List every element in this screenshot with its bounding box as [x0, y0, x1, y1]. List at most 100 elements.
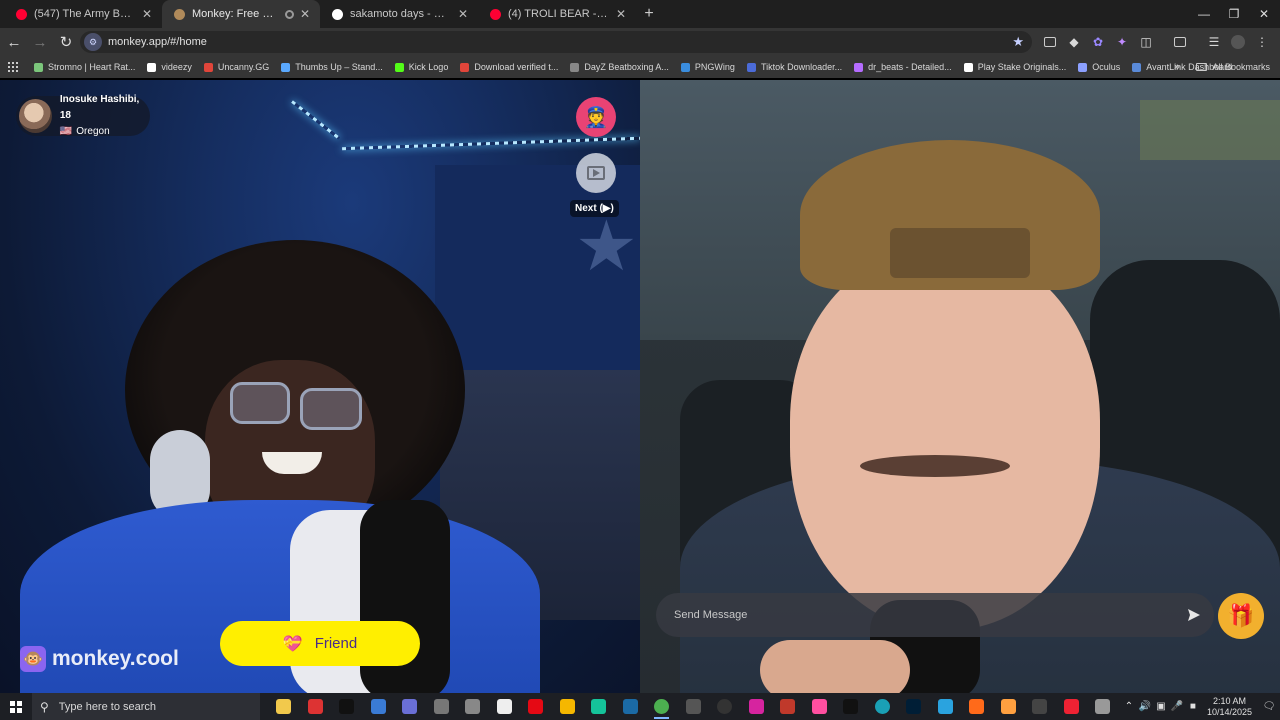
browser-tab[interactable]: (4) TROLI BEAR - Love that feat ✕: [478, 0, 636, 28]
extension-screen-icon[interactable]: [1038, 30, 1062, 54]
bookmark-item[interactable]: DayZ Beatboxing A...: [570, 62, 669, 72]
bookmark-item[interactable]: Tiktok Downloader...: [746, 62, 842, 72]
speaker-icon[interactable]: 🔊: [1137, 701, 1153, 712]
new-tab-button[interactable]: +: [636, 0, 662, 28]
taskbar-app-app-blue[interactable]: [363, 693, 395, 720]
taskbar-app-photoshop[interactable]: [898, 693, 930, 720]
taskbar-app-obs[interactable]: [709, 693, 741, 720]
taskbar-app-app-orange[interactable]: [961, 693, 993, 720]
taskbar-app-app-grey2[interactable]: [457, 693, 489, 720]
taskbar-app-grammarly[interactable]: [583, 693, 615, 720]
media-control-icon[interactable]: ☰: [1202, 30, 1226, 54]
extension-diamond-icon[interactable]: ◆: [1062, 30, 1086, 54]
taskbar-app-app-yellow[interactable]: [552, 693, 584, 720]
report-police-button[interactable]: 👮: [576, 97, 616, 137]
clock[interactable]: 2:10 AM 10/14/2025: [1207, 696, 1252, 718]
app-red-icon: [307, 699, 323, 714]
start-button[interactable]: [0, 693, 32, 720]
tray-chevron-icon[interactable]: ⌃: [1121, 701, 1137, 712]
mic-icon[interactable]: 🎤: [1169, 701, 1185, 712]
taskbar-app-app-grey3[interactable]: [1087, 693, 1119, 720]
taskbar-app-app-dark[interactable]: [678, 693, 710, 720]
taskbar-app-app-orange2[interactable]: [993, 693, 1025, 720]
extension-sparkle-icon[interactable]: ✦: [1110, 30, 1134, 54]
bookmark-item[interactable]: videezy: [147, 62, 192, 72]
url-text[interactable]: monkey.app/#/home: [108, 36, 207, 48]
extension-wave-icon[interactable]: ✿: [1086, 30, 1110, 54]
taskbar-app-app-dark2[interactable]: [1024, 693, 1056, 720]
taskbar-app-telegram[interactable]: [930, 693, 962, 720]
bookmark-item[interactable]: Oculus: [1078, 62, 1120, 72]
taskbar-app-app-grey[interactable]: [426, 693, 458, 720]
bookmark-item[interactable]: Kick Logo: [394, 62, 448, 72]
next-button[interactable]: [576, 153, 616, 193]
taskbar-app-app-pink[interactable]: [804, 693, 836, 720]
profile-avatar-icon[interactable]: [1226, 30, 1250, 54]
taskbar-app-notepad[interactable]: [489, 693, 521, 720]
bookmark-item[interactable]: Uncanny.GG: [203, 62, 269, 72]
message-input[interactable]: [674, 609, 1174, 621]
bookmark-item[interactable]: Play Stake Originals...: [963, 62, 1066, 72]
bookmark-item[interactable]: PNGWing: [680, 62, 735, 72]
bookmark-favicon-icon: [34, 62, 43, 72]
taskbar-app-chrome[interactable]: [646, 693, 678, 720]
bookmark-item[interactable]: Thumbs Up – Stand...: [281, 62, 383, 72]
close-tab-icon[interactable]: ✕: [140, 7, 154, 21]
taskbar-app-edge[interactable]: [867, 693, 899, 720]
tray-app-icon[interactable]: ■: [1185, 701, 1201, 712]
tab-favicon-icon: [490, 8, 501, 20]
bookmark-label: DayZ Beatboxing A...: [584, 62, 669, 72]
bookmark-item[interactable]: Download verified t...: [460, 62, 558, 72]
browser-tab[interactable]: sakamoto days - Google Search ✕: [320, 0, 478, 28]
bookmark-star-icon[interactable]: ★: [1012, 34, 1024, 50]
taskbar-app-discord[interactable]: [394, 693, 426, 720]
restore-button[interactable]: ❐: [1218, 0, 1250, 28]
taskbar-app-instagram[interactable]: [741, 693, 773, 720]
taskbar-search[interactable]: ⚲ Type here to search: [32, 693, 260, 720]
bookmark-item[interactable]: Stromno | Heart Rat...: [34, 62, 135, 72]
browser-tab[interactable]: (547) The Army Built A New Jet ✕: [4, 0, 162, 28]
peer-avatar[interactable]: [19, 99, 52, 133]
bookmark-favicon-icon: [394, 62, 404, 72]
network-icon[interactable]: ▣: [1153, 701, 1169, 712]
browser-tab[interactable]: Monkey: Free Random Vid ✕: [162, 0, 320, 28]
taskbar-app-app-red3[interactable]: [1056, 693, 1088, 720]
gift-button[interactable]: 🎁: [1218, 593, 1264, 639]
extensions-puzzle-icon[interactable]: ◫: [1134, 30, 1158, 54]
side-panel-icon[interactable]: [1168, 30, 1192, 54]
app-grey-icon: [433, 699, 449, 714]
taskbar-app-app-red2[interactable]: [772, 693, 804, 720]
bookmark-item[interactable]: dr_beats - Detailed...: [854, 62, 952, 72]
close-tab-icon[interactable]: ✕: [298, 7, 312, 21]
taskbar-app-tiktok2[interactable]: [835, 693, 867, 720]
bookmarks-overflow-icon[interactable]: »: [1174, 61, 1180, 73]
back-icon[interactable]: ←: [2, 30, 26, 54]
address-bar[interactable]: ⚙ monkey.app/#/home ★: [80, 31, 1032, 53]
close-tab-icon[interactable]: ✕: [614, 7, 628, 21]
minimize-button[interactable]: —: [1188, 0, 1220, 28]
notification-icon[interactable]: 🗨: [1258, 701, 1280, 712]
friend-button[interactable]: 💝 Friend: [220, 621, 420, 666]
hand: [760, 640, 910, 693]
app-red2-icon: [780, 699, 796, 714]
taskbar-app-file-explorer[interactable]: [268, 693, 300, 720]
taskbar-app-steam[interactable]: [615, 693, 647, 720]
brand-text: monkey.cool: [52, 647, 179, 670]
app-grey2-icon: [465, 699, 481, 714]
all-bookmarks-button[interactable]: All Bookmarks: [1196, 62, 1270, 72]
taskbar-app-netflix[interactable]: [520, 693, 552, 720]
menu-kebab-icon[interactable]: ⋮: [1250, 30, 1274, 54]
forward-icon[interactable]: →: [28, 30, 52, 54]
close-tab-icon[interactable]: ✕: [456, 7, 470, 21]
apps-grid-icon[interactable]: [8, 62, 18, 72]
taskbar-app-app-red[interactable]: [300, 693, 332, 720]
peer-info-card[interactable]: Inosuke Hashibi, 18 🇺🇸 Oregon: [16, 94, 150, 137]
taskbar-app-tiktok[interactable]: [331, 693, 363, 720]
telegram-icon: [937, 699, 953, 714]
reload-icon[interactable]: ↻: [54, 30, 78, 54]
site-info-icon[interactable]: ⚙: [84, 33, 102, 51]
send-icon[interactable]: [1174, 608, 1214, 622]
app-grey3-icon: [1095, 699, 1111, 714]
bookmark-favicon-icon: [147, 62, 157, 72]
close-window-button[interactable]: ✕: [1248, 0, 1280, 28]
